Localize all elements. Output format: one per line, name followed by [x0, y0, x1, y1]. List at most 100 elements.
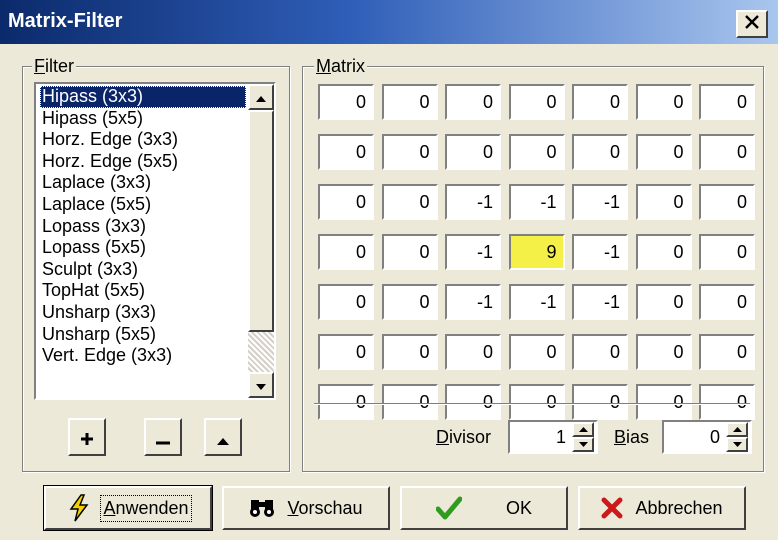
bias-down-icon[interactable]	[726, 437, 748, 452]
filter-list-item[interactable]: Horz. Edge (5x5)	[40, 151, 246, 173]
matrix-cell[interactable]: 0	[699, 134, 755, 170]
filter-list-item[interactable]: TopHat (5x5)	[40, 280, 246, 302]
matrix-cell[interactable]: -1	[508, 284, 565, 320]
ok-button[interactable]: OK	[400, 486, 568, 530]
filter-list-item[interactable]: Laplace (3x3)	[40, 172, 246, 194]
matrix-cell[interactable]: 0	[445, 134, 501, 170]
matrix-cell[interactable]: 0	[635, 384, 692, 420]
matrix-cell[interactable]: 0	[508, 384, 565, 420]
apply-label: Anwenden	[100, 494, 192, 522]
minus-icon	[155, 422, 171, 453]
apply-label-rest: nwenden	[115, 497, 189, 518]
matrix-cell[interactable]: 0	[318, 334, 374, 370]
filter-list-item[interactable]: Laplace (5x5)	[40, 194, 246, 216]
apply-button[interactable]: Anwenden	[43, 485, 213, 531]
matrix-cell[interactable]: 0	[381, 384, 438, 420]
filter-list-item[interactable]: Horz. Edge (3x3)	[40, 129, 246, 151]
matrix-filter-dialog: Matrix-Filter Filter Hipass (3x3) Hipass …	[0, 0, 778, 540]
ok-label: OK	[505, 497, 532, 518]
matrix-cell[interactable]: 0	[445, 84, 501, 120]
divisor-up-icon[interactable]	[572, 422, 594, 437]
matrix-cell[interactable]: 0	[381, 134, 438, 170]
close-icon	[744, 14, 760, 35]
matrix-cell[interactable]: 0	[699, 84, 755, 120]
matrix-cell[interactable]: 0	[381, 184, 438, 220]
checkmark-icon	[435, 496, 462, 520]
matrix-cell[interactable]: 0	[699, 284, 755, 320]
matrix-cell[interactable]: -1	[445, 184, 501, 220]
matrix-cell[interactable]: 0	[572, 134, 628, 170]
matrix-cell[interactable]: 0	[699, 184, 755, 220]
matrix-cell[interactable]: -1	[445, 284, 501, 320]
filter-list-item[interactable]: Unsharp (5x5)	[40, 324, 246, 346]
bias-label-rest: ias	[626, 427, 650, 447]
matrix-cell[interactable]: 0	[699, 234, 755, 270]
matrix-cell[interactable]: 0	[508, 334, 565, 370]
matrix-label-rest: atrix	[331, 56, 366, 76]
matrix-cell[interactable]: 0	[445, 384, 501, 420]
cancel-button[interactable]: Abbrechen	[578, 486, 746, 530]
filter-list-item[interactable]: Hipass (3x3)	[40, 86, 246, 108]
matrix-cell[interactable]: 0	[635, 134, 692, 170]
matrix-cell[interactable]: 0	[635, 334, 692, 370]
matrix-cell[interactable]: 0	[635, 284, 692, 320]
cancel-label: Abbrechen	[635, 497, 723, 518]
filter-list-item[interactable]: Sculpt (3x3)	[40, 259, 246, 281]
filter-list-item[interactable]: Lopass (3x3)	[40, 216, 246, 238]
matrix-cell[interactable]: 0	[572, 84, 628, 120]
add-filter-button[interactable]	[68, 418, 106, 456]
bias-spin-input[interactable]: 0	[662, 420, 752, 454]
matrix-cell[interactable]: 0	[381, 284, 438, 320]
preview-button[interactable]: Vorschau	[222, 486, 390, 530]
bias-up-icon[interactable]	[726, 422, 748, 437]
matrix-cell[interactable]: 0	[318, 184, 374, 220]
divisor-label-accel: D	[436, 427, 449, 447]
matrix-cell[interactable]: 0	[381, 334, 438, 370]
move-up-button[interactable]	[204, 418, 242, 456]
matrix-cell[interactable]: 0	[508, 84, 565, 120]
close-button[interactable]	[736, 10, 768, 38]
filter-label-rest: ilter	[45, 56, 75, 76]
filter-group-label: Filter	[32, 56, 77, 76]
matrix-cell[interactable]: 0	[699, 384, 755, 420]
scroll-up-button[interactable]	[248, 84, 274, 110]
bias-spinner[interactable]	[726, 422, 748, 452]
matrix-group-label: Matrix	[314, 56, 368, 76]
filter-list-item[interactable]: Hipass (5x5)	[40, 108, 246, 130]
matrix-cell[interactable]: 0	[572, 334, 628, 370]
matrix-cell[interactable]: 0	[318, 84, 374, 120]
matrix-cell[interactable]: 0	[508, 134, 565, 170]
matrix-cell[interactable]: 9	[508, 234, 565, 270]
matrix-cell[interactable]: 0	[318, 234, 374, 270]
divisor-spinner[interactable]	[572, 422, 594, 452]
matrix-cell[interactable]: 0	[635, 234, 692, 270]
filter-listbox[interactable]: Hipass (3x3) Hipass (5x5) Horz. Edge (3x3)…	[34, 82, 276, 400]
matrix-cell[interactable]: -1	[508, 184, 565, 220]
matrix-cell[interactable]: 0	[699, 334, 755, 370]
matrix-cell[interactable]: 0	[381, 84, 438, 120]
matrix-cell[interactable]: 0	[445, 334, 501, 370]
filter-list-item[interactable]: Unsharp (3x3)	[40, 302, 246, 324]
matrix-cell[interactable]: -1	[445, 234, 501, 270]
matrix-cell[interactable]: 0	[635, 84, 692, 120]
filter-list-item[interactable]: Vert. Edge (3x3)	[40, 345, 246, 367]
matrix-cell[interactable]: -1	[572, 234, 628, 270]
scroll-down-arrow-icon	[255, 375, 267, 396]
matrix-cell[interactable]: 0	[572, 384, 628, 420]
matrix-cell[interactable]: 0	[318, 134, 374, 170]
bias-label: Bias	[614, 426, 649, 448]
matrix-cell[interactable]: 0	[318, 384, 374, 420]
filter-list-item[interactable]: Lopass (5x5)	[40, 237, 246, 259]
matrix-cell[interactable]: 0	[318, 284, 374, 320]
remove-filter-button[interactable]	[144, 418, 182, 456]
matrix-cell[interactable]: -1	[572, 284, 628, 320]
filter-scrollbar[interactable]	[248, 84, 274, 398]
divisor-down-icon[interactable]	[572, 437, 594, 452]
matrix-cell[interactable]: -1	[572, 184, 628, 220]
scroll-track[interactable]	[248, 332, 274, 372]
matrix-cell[interactable]: 0	[635, 184, 692, 220]
matrix-cell[interactable]: 0	[381, 234, 438, 270]
scroll-down-button[interactable]	[248, 372, 274, 398]
scroll-thumb[interactable]	[248, 110, 274, 332]
divisor-spin-input[interactable]: 1	[508, 420, 598, 454]
